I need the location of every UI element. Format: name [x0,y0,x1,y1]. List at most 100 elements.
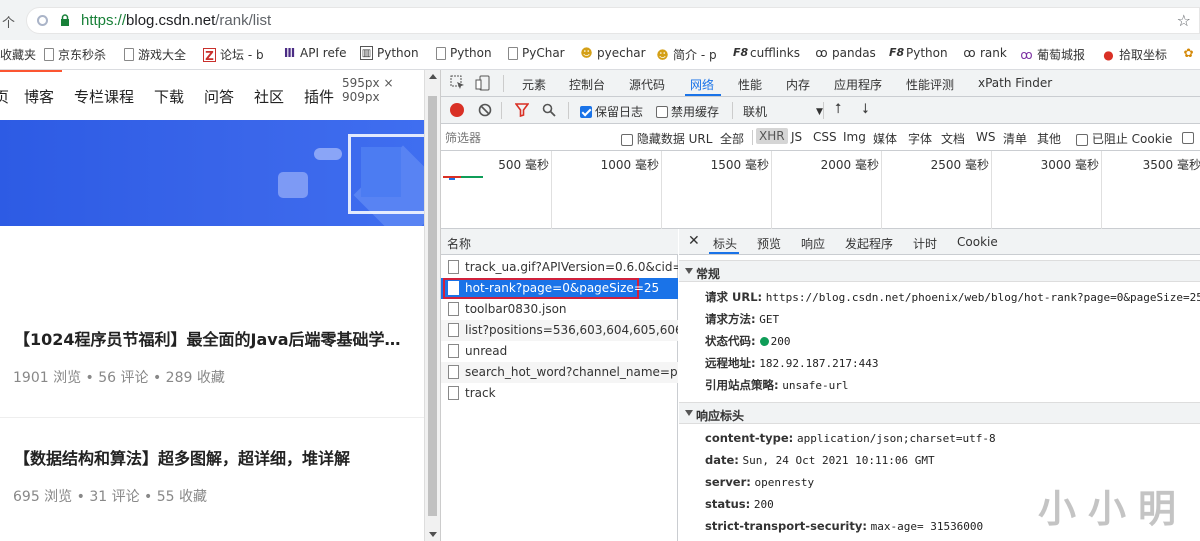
filter-input[interactable] [445,128,609,147]
blocked-cookies-checkbox[interactable] [1076,133,1088,146]
bookmark-item[interactable]: PyChar [508,46,565,60]
throttling-select[interactable]: 联机 ▼ [743,103,823,120]
tab-memory[interactable]: 内存 [786,76,810,93]
search-icon[interactable] [542,103,556,117]
nav-item-qa[interactable]: 问答 [204,86,234,107]
bookmark-item[interactable]: 京东秒杀 [44,46,106,63]
filter-type-other[interactable]: 其他 [1037,130,1061,147]
filter-type-img[interactable]: Img [843,130,866,144]
page-scrollbar[interactable] [424,70,440,541]
article-title[interactable]: 【1024程序员节福利】最全面的Java后端零基础学… [14,326,401,350]
request-row[interactable]: track [441,383,678,404]
scroll-down-arrow-icon[interactable] [429,532,437,537]
tab-preview[interactable]: 预览 [757,235,781,252]
request-row[interactable]: list?positions=536,603,604,605,606,607 [441,320,678,341]
tab-application[interactable]: 应用程序 [834,76,882,93]
filter-type-css[interactable]: CSS [813,130,837,144]
scrollbar-thumb[interactable] [428,96,437,516]
clear-icon[interactable] [478,103,492,117]
bookmark-item[interactable]: ꝏ 葡萄城报 [1020,46,1085,63]
request-name: toolbar0830.json [465,302,567,316]
filter-type-js[interactable]: JS [791,130,802,144]
article-title[interactable]: 【数据结构和算法】超多图解，超详细，堆详解 [14,445,350,469]
filter-type-ws[interactable]: WS [976,130,995,144]
bookmark-item[interactable]: ▥ Python [360,46,419,60]
name-column-header[interactable]: 名称 [441,229,678,255]
request-row[interactable]: toolbar0830.json [441,299,678,320]
request-name: track [465,386,496,400]
bookmark-item[interactable]: Python [436,46,492,60]
blocked-requests-toggle[interactable] [1182,130,1194,144]
request-row[interactable]: search_hot_word?channel_name=pc_... [441,362,678,383]
nav-item-plugins[interactable]: 插件 [304,86,334,107]
bookmark-item[interactable]: Ⅲ API refe [283,46,347,60]
nav-item-blog[interactable]: 博客 [24,86,54,107]
filter-type-font[interactable]: 字体 [908,130,932,147]
inspect-element-icon[interactable] [450,75,466,91]
network-overview-timeline[interactable]: 500 毫秒 1000 毫秒 1500 毫秒 2000 毫秒 2500 毫秒 3… [441,151,1200,229]
hide-data-urls-toggle[interactable]: 隐藏数据 URL [621,130,712,147]
request-row[interactable]: track_ua.gif?APIVersion=0.6.0&cid=1... [441,257,678,278]
device-toolbar-icon[interactable] [475,75,491,91]
url-text[interactable]: https://blog.csdn.net/rank/list [81,12,271,29]
filter-type-doc[interactable]: 文档 [941,130,965,147]
preserve-log-checkbox[interactable] [580,105,592,118]
general-section-header[interactable]: 常规 [679,260,1200,282]
nav-item-home[interactable]: 页 [0,86,9,107]
bookmark-item[interactable]: F8 Python [889,46,948,60]
blocked-cookies-toggle[interactable]: 已阻止 Cookie [1076,130,1172,147]
bookmark-item[interactable]: Z 论坛 - b [203,46,264,63]
header-value: https://blog.csdn.net/phoenix/web/blog/h… [765,291,1200,304]
record-icon[interactable] [450,103,464,117]
bookmark-item[interactable]: ☻ 简介 - p [656,46,716,63]
article-meta: 695 浏览 • 31 评论 • 55 收藏 [13,489,208,505]
tab-headers[interactable]: 标头 [713,235,737,252]
export-har-icon[interactable]: ⭣ [862,101,869,117]
filter-type-manifest[interactable]: 清单 [1003,130,1027,147]
nav-item-download[interactable]: 下载 [154,86,184,107]
filter-icon[interactable] [515,103,529,117]
bookmark-item[interactable]: ● 拾取坐标 [1102,46,1167,63]
header-value: 182.92.187.217:443 [759,357,879,370]
nav-item-community[interactable]: 社区 [254,86,284,107]
blocked-requests-checkbox[interactable] [1182,131,1194,144]
import-har-icon[interactable]: ⭡ [835,101,842,117]
tab-performance[interactable]: 性能 [738,76,762,93]
tab-initiator[interactable]: 发起程序 [845,235,893,252]
tab-lighthouse[interactable]: 性能评测 [906,76,954,93]
tab-timing[interactable]: 计时 [913,235,937,252]
filter-type-all[interactable]: 全部 [720,130,744,147]
tab-cookies[interactable]: Cookie [957,235,998,249]
bookmark-item[interactable]: ✿ [1182,46,1195,60]
nav-item-courses[interactable]: 专栏课程 [74,86,134,107]
request-row-selected[interactable]: hot-rank?page=0&pageSize=25 [441,278,678,299]
bookmark-item[interactable]: ꝏ pandas [815,46,875,60]
bookmark-item[interactable]: 收藏夹 [0,46,36,63]
omnibox[interactable]: https://blog.csdn.net/rank/list ☆ [26,7,1200,34]
close-icon[interactable]: ✕ [688,233,700,249]
filter-type-media[interactable]: 媒体 [873,130,897,147]
disable-cache-toggle[interactable]: 禁用缓存 [656,103,719,120]
bookmark-item[interactable]: ꝏ rank [963,46,1006,60]
bookmark-star-icon[interactable]: ☆ [1177,11,1191,30]
tab-xpath-finder[interactable]: xPath Finder [978,76,1052,90]
tab-response[interactable]: 响应 [801,235,825,252]
lock-icon[interactable] [60,14,70,26]
file-icon [448,386,459,400]
bookmark-item[interactable]: 游戏大全 [124,46,186,63]
bookmark-item[interactable]: F8 cufflinks [733,46,800,60]
request-name-column: 名称 track_ua.gif?APIVersion=0.6.0&cid=1..… [441,229,678,541]
scroll-up-arrow-icon[interactable] [429,74,437,79]
tab-console[interactable]: 控制台 [569,76,605,93]
tab-elements[interactable]: 元素 [522,76,546,93]
response-headers-section-header[interactable]: 响应标头 [679,402,1200,424]
hide-data-urls-checkbox[interactable] [621,133,633,146]
tab-network[interactable]: 网络 [690,76,714,93]
site-info-icon[interactable] [37,15,48,26]
bookmark-item[interactable]: ☻ pyechar [580,46,645,60]
disable-cache-checkbox[interactable] [656,105,668,118]
request-row[interactable]: unread [441,341,678,362]
preserve-log-toggle[interactable]: 保留日志 [580,103,643,120]
filter-type-xhr[interactable]: XHR [756,128,788,144]
tab-sources[interactable]: 源代码 [629,76,665,93]
